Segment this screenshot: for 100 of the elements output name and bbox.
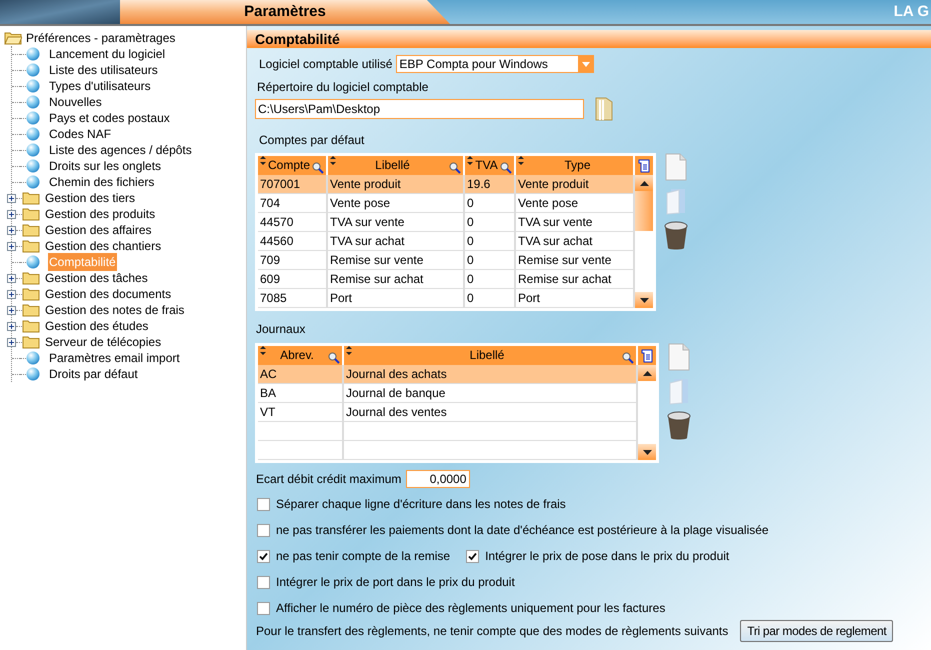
sphere-icon [26,47,40,61]
expand-icon[interactable] [7,322,16,330]
field-label: Répertoire du logiciel comptable [256,79,430,96]
table-row[interactable]: 709 Remise sur vente 0 Remise sur vente [258,251,635,270]
search-icon[interactable] [622,352,634,364]
table-cell: 7085 [258,289,328,307]
table-row[interactable]: 44560 TVA sur achat 0 TVA sur achat [258,232,635,251]
trash-icon[interactable] [666,411,692,441]
trash-icon[interactable] [663,221,689,251]
tree-item[interactable]: Droits par défaut [48,365,139,383]
checkbox-label: Intégrer le prix de pose dans le prix du produit [485,548,730,565]
tree-item[interactable]: Gestion des produits [44,205,156,223]
column-header[interactable]: TVA [465,156,516,175]
column-header[interactable]: Libellé [328,156,465,175]
table-row[interactable]: 609 Remise sur achat 0 Remise sur achat [258,270,635,289]
column-header[interactable]: Libellé [344,346,638,365]
path-field[interactable]: C:\Users\Pam\Desktop [255,99,584,119]
sort-icon[interactable] [346,346,352,355]
sphere-icon [26,175,40,189]
tree-item[interactable]: Lancement du logiciel [48,45,166,63]
instruction-text: Pour le transfert des règlements, ne tenir compte que des modes de règlements suivants [256,623,728,640]
sphere-icon [26,143,40,157]
header-tab[interactable]: Paramètres [120,0,450,24]
expand-icon[interactable] [7,274,16,282]
tree-item[interactable]: Types d'utilisateurs [48,77,152,95]
table-row[interactable]: 7085 Port 0 Port [258,289,635,308]
checkbox-label: Intégrer le prix de port dans le prix du produit [276,574,515,591]
sort-icon[interactable] [260,156,266,165]
column-chooser-icon[interactable] [638,158,650,172]
search-icon[interactable] [328,352,340,364]
search-icon[interactable] [449,162,461,174]
tree-item[interactable]: Serveur de télécopies [44,333,162,351]
expand-icon[interactable] [7,306,16,314]
checkbox[interactable] [257,602,270,614]
checkbox[interactable] [257,550,270,562]
sphere-icon [26,159,40,173]
tree-item[interactable]: Paramètres email import [48,349,181,367]
tree-item[interactable]: Pays et codes postaux [48,109,171,127]
checkbox-label: ne pas tenir compte de la remise [276,548,450,565]
expand-icon[interactable] [7,210,16,218]
down-arrow-icon[interactable] [642,450,652,454]
table-cell: Port [328,289,465,307]
search-icon[interactable] [312,162,324,174]
up-arrow-icon[interactable] [640,180,648,186]
tree-item[interactable]: Gestion des affaires [44,221,153,239]
tree-item[interactable]: Gestion des notes de frais [44,301,186,319]
expand-icon[interactable] [7,290,16,298]
checkbox[interactable] [257,498,270,510]
tree-item[interactable]: Codes NAF [48,125,112,143]
browse-folder-icon[interactable] [594,96,614,122]
column-header[interactable]: Abrev. [258,346,344,365]
table-row[interactable]: AC Journal des achats [258,365,638,384]
tree-item[interactable]: Préférences - paramètrages [4,30,176,46]
expand-icon[interactable] [7,226,16,234]
expand-icon[interactable] [7,338,16,346]
scrollbar[interactable] [638,365,656,460]
tree-item[interactable]: Gestion des tâches [44,269,149,287]
tree-item[interactable]: Gestion des tiers [44,189,136,207]
expand-icon[interactable] [7,194,16,202]
tree-item[interactable]: Gestion des documents [44,285,172,303]
sort-icon[interactable] [260,346,266,355]
folder-icon [22,191,40,205]
folder-icon [22,335,40,349]
tree-item[interactable]: Nouvelles [48,93,103,111]
checkbox[interactable] [257,576,270,588]
tree-item[interactable]: Gestion des études [44,317,150,335]
folder-icon [22,271,40,285]
sort-icon[interactable] [467,156,473,165]
expand-icon[interactable] [7,242,16,250]
sort-icon[interactable] [518,156,524,165]
checkbox-label: ne pas transférer les paiements dont la date d'échéance est postérieure à la plage visualisée [276,522,769,539]
sphere-icon [26,95,40,109]
column-chooser-icon[interactable] [641,348,653,362]
number-field[interactable]: 0,0000 [406,470,470,488]
sort-icon[interactable] [330,156,336,165]
tree-item[interactable]: Liste des utilisateurs [48,61,159,79]
sort-button[interactable]: Tri par modes de reglement [740,620,894,642]
down-arrow-icon[interactable] [640,298,648,302]
sphere-icon [26,351,40,365]
checkbox[interactable] [257,524,270,536]
table-row[interactable]: VT Journal des ventes [258,403,638,422]
table-row[interactable]: 704 Vente pose 0 Vente pose [258,194,635,213]
folder-icon [22,287,40,301]
brand-title: LA G [894,2,930,22]
column-header[interactable]: Compte [258,156,328,175]
tree-item[interactable]: Chemin des fichiers [48,173,156,191]
table-row[interactable]: 44570 TVA sur vente 0 TVA sur vente [258,213,635,232]
tree-item[interactable]: Droits sur les onglets [48,157,162,175]
column-header[interactable]: Type [516,156,635,175]
tree-item[interactable]: Gestion des chantiers [44,237,162,255]
search-icon[interactable] [500,162,512,174]
up-arrow-icon[interactable] [642,370,652,376]
table-row[interactable]: BA Journal de banque [258,384,638,403]
folder-icon [22,207,40,221]
table-row[interactable]: 707001 Vente produit 19.6 Vente produit [258,175,635,194]
checkbox[interactable] [466,550,480,562]
dropdown[interactable]: EBP Compta pour Windows [396,55,594,73]
tree-item[interactable]: Liste des agences / dépôts [48,141,193,159]
sphere-icon [26,367,40,381]
scrollbar[interactable] [635,175,653,308]
